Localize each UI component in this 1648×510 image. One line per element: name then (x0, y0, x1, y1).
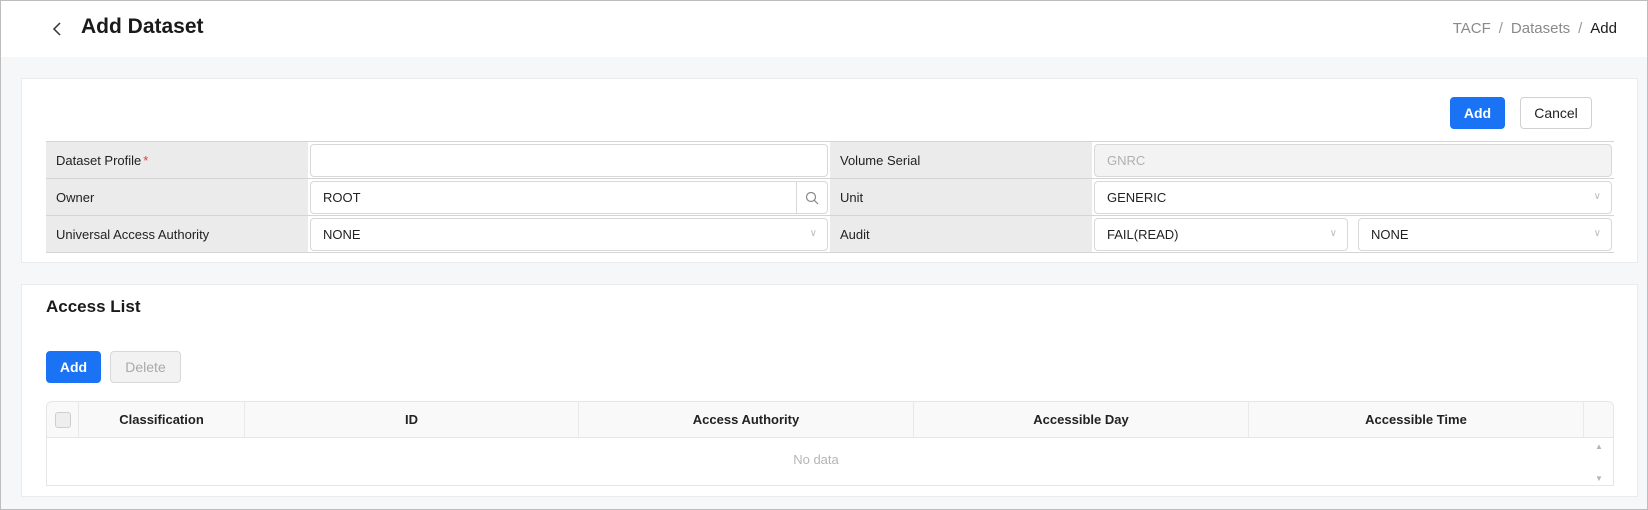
column-header-id[interactable]: ID (245, 402, 579, 437)
cancel-button[interactable]: Cancel (1520, 97, 1592, 129)
dataset-form-card: Add Cancel Dataset Profile * Volume Seria… (21, 78, 1638, 263)
scroll-up-icon[interactable]: ▲ (1595, 442, 1603, 451)
access-list-card: Access List Add Delete Classification ID… (21, 284, 1638, 497)
access-add-button[interactable]: Add (46, 351, 101, 383)
unit-select[interactable]: GENERIC ∨ (1094, 181, 1612, 214)
breadcrumb-separator: / (1498, 20, 1503, 37)
add-button[interactable]: Add (1450, 97, 1505, 129)
chevron-down-icon: ∨ (1593, 191, 1601, 202)
grid-header: Classification ID Access Authority Acces… (47, 402, 1613, 438)
audit-value-1: FAIL(READ) (1107, 227, 1179, 242)
select-all-cell (47, 402, 79, 437)
access-delete-button: Delete (110, 351, 181, 383)
unit-value: GENERIC (1107, 190, 1167, 205)
owner-search-button[interactable] (796, 182, 827, 213)
column-header-accessible-day[interactable]: Accessible Day (914, 402, 1249, 437)
chevron-down-icon: ∨ (1329, 228, 1337, 239)
audit-label: Audit (830, 216, 1092, 252)
chevron-down-icon: ∨ (809, 228, 817, 239)
breadcrumb-item-tacf[interactable]: TACF (1453, 20, 1491, 37)
uacc-value: NONE (323, 227, 361, 242)
uacc-label: Universal Access Authority (46, 216, 308, 252)
column-header-classification[interactable]: Classification (79, 402, 245, 437)
chevron-left-icon (52, 22, 61, 36)
scroll-down-icon[interactable]: ▼ (1595, 474, 1603, 483)
select-all-checkbox[interactable] (54, 411, 71, 428)
volume-serial-input: GNRC (1094, 144, 1612, 177)
required-mark: * (143, 152, 149, 168)
form-row: Universal Access Authority NONE ∨ Audit … (46, 216, 1614, 253)
empty-message: No data (793, 452, 839, 467)
access-list-grid: Classification ID Access Authority Acces… (46, 401, 1614, 486)
form-row: Dataset Profile * Volume Serial GNRC (46, 142, 1614, 179)
back-button[interactable] (47, 17, 67, 41)
scrollbar-header-spacer (1584, 402, 1613, 437)
dataset-profile-input[interactable] (310, 144, 828, 177)
uacc-select[interactable]: NONE ∨ (310, 218, 828, 251)
volume-serial-label: Volume Serial (830, 142, 1092, 178)
access-list-title: Access List (46, 297, 141, 316)
page-title: Add Dataset (81, 15, 204, 38)
owner-value: ROOT (323, 190, 361, 205)
page-header: Add Dataset TACF / Datasets / Add (1, 1, 1647, 57)
breadcrumb-separator: / (1578, 20, 1583, 37)
audit-value-2: NONE (1371, 227, 1409, 242)
breadcrumb-item-datasets[interactable]: Datasets (1511, 20, 1570, 37)
audit-success-select[interactable]: FAIL(READ) ∨ (1094, 218, 1348, 251)
chevron-down-icon: ∨ (1593, 228, 1601, 239)
column-header-accessible-time[interactable]: Accessible Time (1249, 402, 1584, 437)
search-icon (805, 191, 819, 204)
form-row: Owner ROOT Unit GENERIC ∨ (46, 179, 1614, 216)
owner-input[interactable]: ROOT (310, 181, 828, 214)
dataset-profile-label: Dataset Profile * (46, 142, 308, 178)
breadcrumb: TACF / Datasets / Add (1453, 20, 1617, 37)
audit-failure-select[interactable]: NONE ∨ (1358, 218, 1612, 251)
grid-body: No data ▲ ▼ (47, 438, 1613, 485)
breadcrumb-item-current: Add (1590, 20, 1617, 37)
unit-label: Unit (830, 179, 1092, 215)
dataset-form-table: Dataset Profile * Volume Serial GNRC Owne… (46, 141, 1614, 253)
vertical-scrollbar[interactable]: ▲ ▼ (1585, 438, 1613, 485)
owner-label: Owner (46, 179, 308, 215)
column-header-access-authority[interactable]: Access Authority (579, 402, 914, 437)
